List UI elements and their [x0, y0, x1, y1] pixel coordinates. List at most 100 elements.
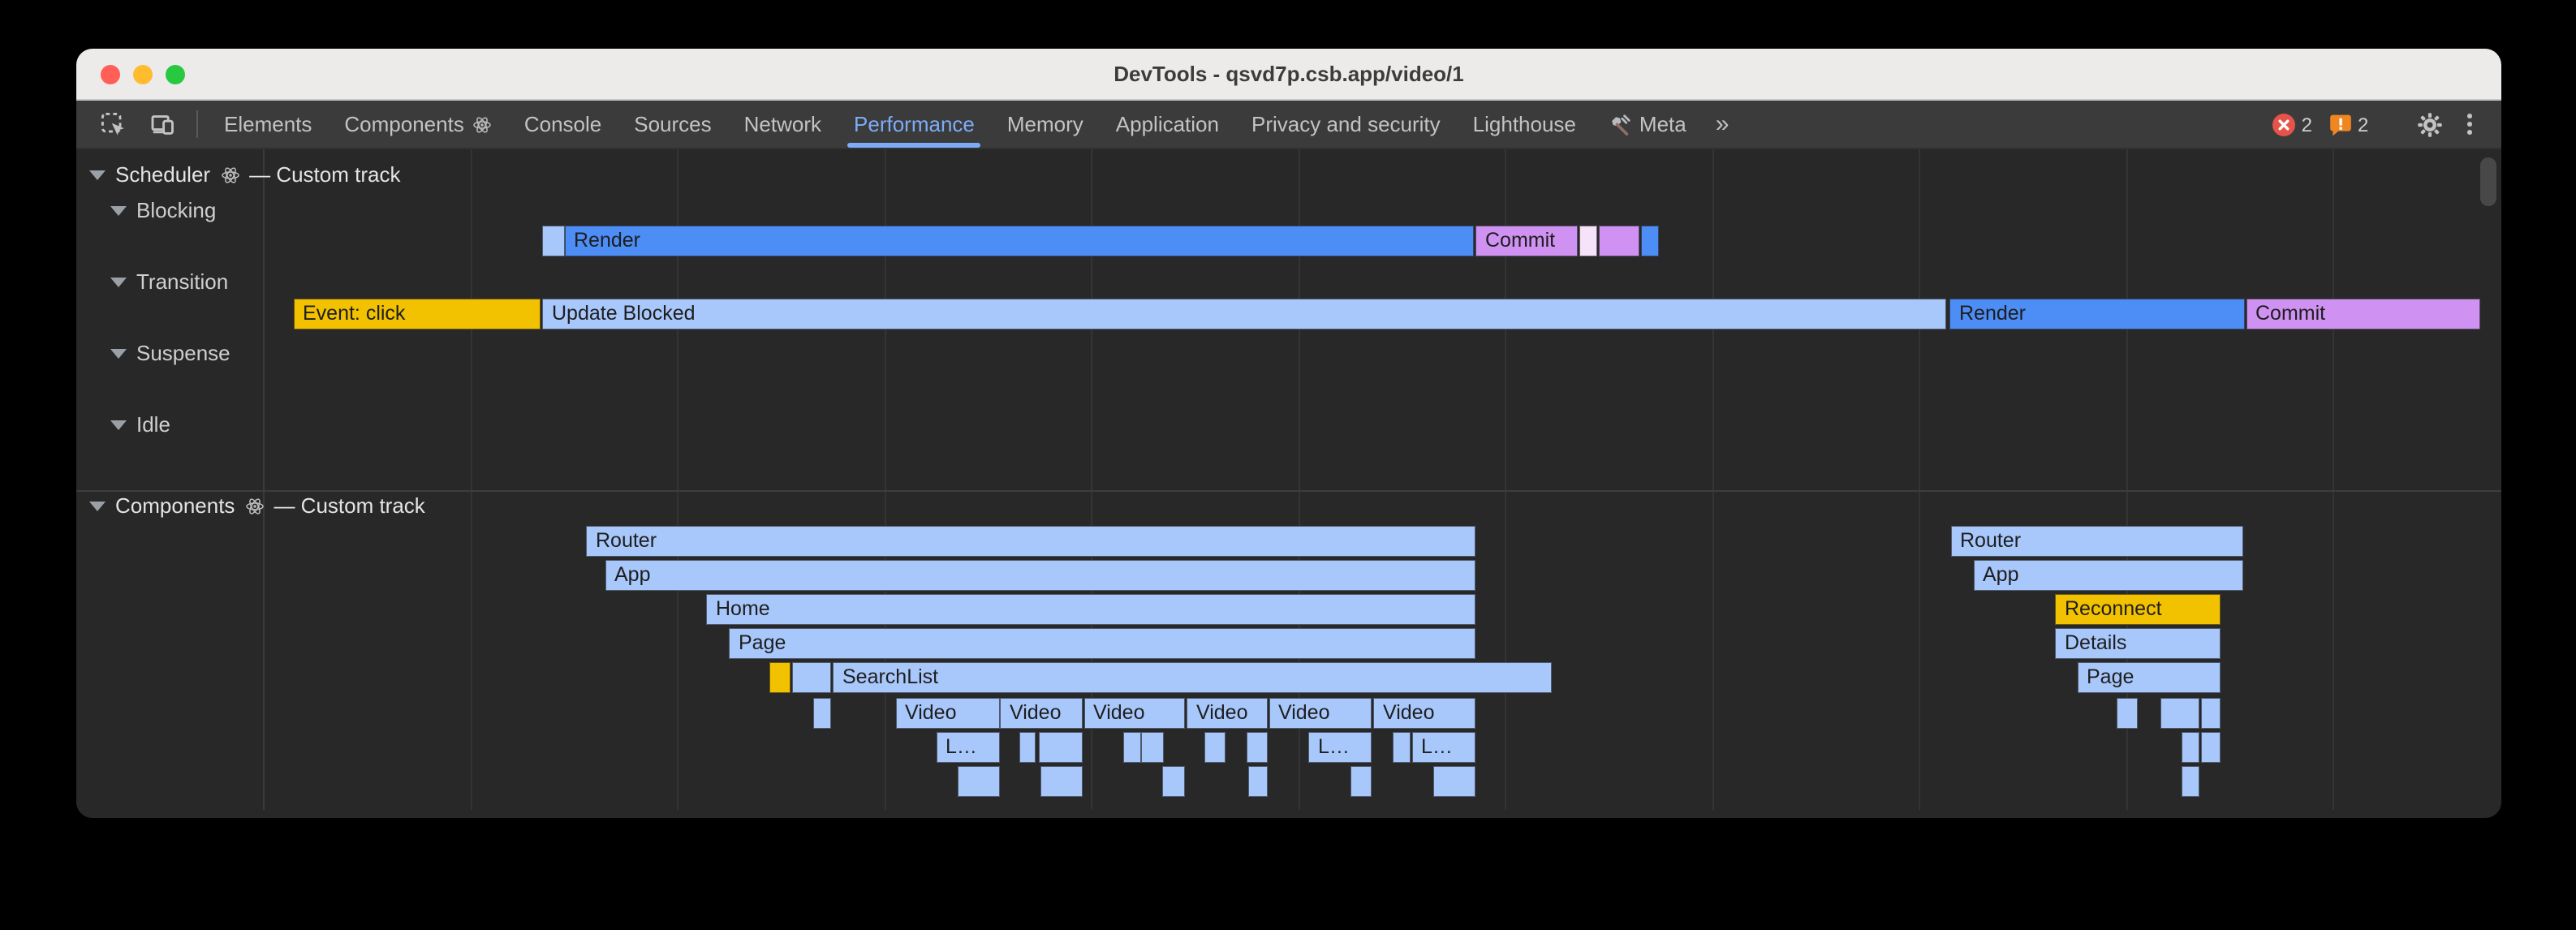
- flame-bar-app[interactable]: App: [1973, 560, 2242, 591]
- flame-bar-reconnect[interactable]: Reconnect: [2055, 594, 2221, 625]
- flame-bar[interactable]: [1579, 225, 1597, 256]
- flame-bar[interactable]: [1247, 732, 1267, 763]
- flame-bar-details[interactable]: Details: [2055, 628, 2221, 659]
- react-atom-icon: [244, 496, 264, 515]
- issues-badge[interactable]: 2: [2328, 113, 2368, 136]
- settings-gear-icon[interactable]: [2406, 111, 2454, 137]
- flame-bar[interactable]: [1123, 732, 1140, 763]
- flame-bar-video[interactable]: Video: [895, 698, 999, 729]
- collapse-triangle-icon: [110, 348, 127, 358]
- flame-bar-page[interactable]: Page: [729, 628, 1475, 659]
- flame-bar-l-[interactable]: L…: [1308, 732, 1372, 763]
- console-errors-badge[interactable]: 2: [2272, 113, 2312, 136]
- inspect-icon[interactable]: [89, 101, 138, 148]
- flame-bar[interactable]: [1039, 732, 1082, 763]
- tab-strip: ElementsComponentsConsoleSourcesNetworkP…: [208, 101, 1703, 148]
- tab-lighthouse[interactable]: Lighthouse: [1457, 101, 1592, 148]
- flame-bar-app[interactable]: App: [605, 560, 1475, 591]
- scrollbar-thumb[interactable]: [2480, 157, 2496, 206]
- devtools-toolbar: ElementsComponentsConsoleSourcesNetworkP…: [76, 101, 2501, 149]
- close-window-button[interactable]: [101, 64, 120, 84]
- tab-label: Elements: [224, 112, 312, 136]
- gridline: [2333, 149, 2334, 810]
- flame-bar[interactable]: [1350, 766, 1372, 797]
- flame-bar-router[interactable]: Router: [586, 526, 1475, 557]
- tab-elements[interactable]: Elements: [208, 101, 328, 148]
- tab-privacy-and-security[interactable]: Privacy and security: [1235, 101, 1457, 148]
- tab-application[interactable]: Application: [1100, 101, 1235, 148]
- flame-bar-l-[interactable]: L…: [936, 732, 999, 763]
- flame-bar-video[interactable]: Video: [1269, 698, 1372, 729]
- flame-bar[interactable]: [2181, 766, 2199, 797]
- flame-bar-searchlist[interactable]: SearchList: [833, 662, 1551, 693]
- flame-bar[interactable]: [1392, 732, 1410, 763]
- flame-bar-video[interactable]: Video: [1083, 698, 1185, 729]
- flame-bar[interactable]: [769, 662, 790, 693]
- flame-bar[interactable]: [1040, 766, 1082, 797]
- tab-meta[interactable]: Meta: [1592, 101, 1703, 148]
- flame-bar[interactable]: [812, 698, 831, 729]
- flame-bar[interactable]: [1641, 225, 1659, 256]
- flame-bar[interactable]: [1204, 732, 1225, 763]
- flame-bar-commit[interactable]: Commit: [1475, 225, 1578, 256]
- gridline: [263, 149, 265, 810]
- tab-label: Components: [344, 112, 463, 136]
- lane-label-idle[interactable]: Idle: [110, 412, 170, 437]
- flame-bar-video[interactable]: Video: [1373, 698, 1475, 729]
- more-tabs-button[interactable]: »: [1703, 101, 1744, 148]
- lane-label-blocking[interactable]: Blocking: [110, 198, 216, 222]
- flame-bar[interactable]: [957, 766, 999, 797]
- flame-bar-update-blocked[interactable]: Update Blocked: [542, 299, 1946, 329]
- tab-performance[interactable]: Performance: [838, 101, 991, 148]
- flame-bar[interactable]: [541, 225, 564, 256]
- lane-label-transition[interactable]: Transition: [110, 269, 228, 294]
- flame-bar[interactable]: [2200, 732, 2221, 763]
- flame-bar[interactable]: [791, 662, 831, 693]
- window-title: DevTools - qsvd7p.csb.app/video/1: [1114, 62, 1464, 86]
- lane-label-suspense[interactable]: Suspense: [110, 341, 230, 365]
- flame-bar-video[interactable]: Video: [1187, 698, 1268, 729]
- tab-memory[interactable]: Memory: [991, 101, 1100, 148]
- flame-bar[interactable]: [1247, 766, 1267, 797]
- minimize-window-button[interactable]: [133, 64, 153, 84]
- flame-bar-render[interactable]: Render: [564, 225, 1473, 256]
- tab-sources[interactable]: Sources: [618, 101, 727, 148]
- flame-bar[interactable]: [2160, 698, 2199, 729]
- tab-label: Meta: [1639, 112, 1686, 136]
- flame-bar[interactable]: [2181, 732, 2199, 763]
- tab-label: Privacy and security: [1251, 112, 1441, 136]
- flame-bar-page[interactable]: Page: [2077, 662, 2221, 693]
- tab-components[interactable]: Components: [328, 101, 507, 148]
- flame-bar[interactable]: [1433, 766, 1475, 797]
- traffic-lights: [101, 49, 185, 99]
- flame-bar[interactable]: [1162, 766, 1185, 797]
- flame-bar-l-[interactable]: L…: [1411, 732, 1475, 763]
- track-header-components[interactable]: Components — Custom track: [89, 493, 425, 518]
- tab-label: Lighthouse: [1473, 112, 1576, 136]
- warning-icon: [2328, 113, 2351, 136]
- flame-bar-home[interactable]: Home: [706, 594, 1475, 625]
- collapse-triangle-icon: [110, 420, 127, 429]
- flame-bar-video[interactable]: Video: [1000, 698, 1082, 729]
- tab-console[interactable]: Console: [508, 101, 618, 148]
- kebab-menu-icon[interactable]: [2454, 114, 2485, 136]
- device-toolbar-icon[interactable]: [138, 101, 187, 148]
- devtools-window: DevTools - qsvd7p.csb.app/video/1 Elemen…: [76, 49, 2501, 818]
- gridline: [470, 149, 472, 810]
- flame-bar-commit[interactable]: Commit: [2246, 299, 2479, 329]
- zoom-window-button[interactable]: [166, 64, 185, 84]
- flame-bar-router[interactable]: Router: [1950, 526, 2242, 557]
- flame-bar-event-click[interactable]: Event: click: [293, 299, 540, 329]
- collapse-triangle-icon: [89, 501, 106, 510]
- flame-bar[interactable]: [2117, 698, 2137, 729]
- flame-bar[interactable]: [1599, 225, 1639, 256]
- collapse-triangle-icon: [110, 205, 127, 215]
- flame-bar[interactable]: [2200, 698, 2221, 729]
- track-header-scheduler[interactable]: Scheduler — Custom track: [89, 162, 400, 187]
- tab-network[interactable]: Network: [728, 101, 838, 148]
- react-atom-icon: [220, 165, 239, 184]
- collapse-triangle-icon: [89, 170, 106, 179]
- flame-bar[interactable]: [1141, 732, 1164, 763]
- flame-bar-render[interactable]: Render: [1949, 299, 2244, 329]
- flame-bar[interactable]: [1019, 732, 1036, 763]
